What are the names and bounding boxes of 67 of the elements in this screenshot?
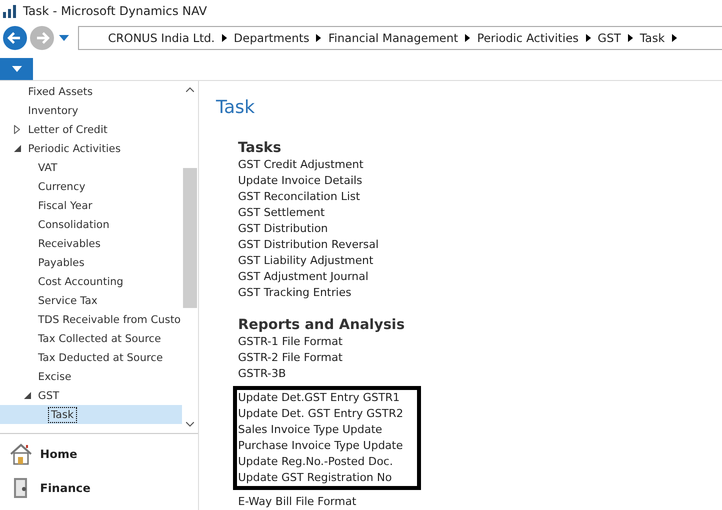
breadcrumb-item[interactable]: Financial Management <box>328 31 458 45</box>
house-icon <box>10 443 32 465</box>
tree-item-selected[interactable]: Task <box>0 405 182 424</box>
app-icon <box>2 3 18 19</box>
menu-button[interactable] <box>0 58 33 80</box>
action-link[interactable]: GST Settlement <box>238 205 325 221</box>
tree-item[interactable]: Payables <box>0 253 182 272</box>
chevron-icon <box>465 34 470 42</box>
action-link[interactable]: Update Reg.No.-Posted Doc. <box>238 454 393 470</box>
section-heading: Tasks <box>238 140 282 156</box>
tree-item[interactable]: Receivables <box>0 234 182 253</box>
action-link[interactable]: Sales Invoice Type Update <box>238 422 382 438</box>
history-dropdown-icon[interactable] <box>59 35 69 41</box>
expanded-icon[interactable] <box>24 392 31 399</box>
action-link[interactable]: GST Reconcilation List <box>238 189 360 205</box>
tree-item[interactable]: TDS Receivable from Custo <box>0 310 182 329</box>
chevron-icon <box>672 34 677 42</box>
expanded-icon[interactable] <box>14 145 21 152</box>
window-title: Task - Microsoft Dynamics NAV <box>23 4 207 18</box>
action-link[interactable]: GST Distribution Reversal <box>238 237 379 253</box>
scroll-up-icon[interactable] <box>186 87 194 92</box>
action-link[interactable]: Purchase Invoice Type Update <box>238 438 403 454</box>
action-link[interactable]: Update Det.GST Entry GSTR1 <box>238 390 400 406</box>
tree-item[interactable]: Consolidation <box>0 215 182 234</box>
action-link[interactable]: Update GST Registration No <box>238 470 392 486</box>
section-heading: Reports and Analysis <box>238 317 406 333</box>
tree-item[interactable]: VAT <box>0 158 182 177</box>
caret-icon <box>12 66 22 72</box>
breadcrumb-item[interactable]: CRONUS India Ltd. <box>108 31 215 45</box>
action-link[interactable]: GSTR-3B <box>238 366 286 382</box>
breadcrumb-item[interactable]: Departments <box>234 31 310 45</box>
tree-item[interactable]: Cost Accounting <box>0 272 182 291</box>
action-link[interactable]: E-Way Bill File Format <box>238 494 356 510</box>
tree-item[interactable]: Tax Collected at Source <box>0 329 182 348</box>
action-link[interactable]: GST Distribution <box>238 221 328 237</box>
tree-item[interactable]: Letter of Credit <box>0 120 182 139</box>
navigation-button[interactable]: Home <box>10 442 78 466</box>
action-link[interactable]: GSTR-2 File Format <box>238 350 343 366</box>
tree-item[interactable]: Excise <box>0 367 182 386</box>
tree-item[interactable]: Fiscal Year <box>0 196 182 215</box>
breadcrumb-item[interactable]: Periodic Activities <box>477 31 579 45</box>
breadcrumb-item[interactable]: GST <box>598 31 621 45</box>
action-link[interactable]: GST Tracking Entries <box>238 285 352 301</box>
breadcrumb-item[interactable]: Task <box>640 31 665 45</box>
back-button[interactable] <box>3 26 27 50</box>
chevron-icon <box>316 34 322 42</box>
action-link[interactable]: GST Liability Adjustment <box>238 253 374 269</box>
tree-item[interactable]: GST <box>0 386 182 405</box>
chevron-icon <box>586 34 591 42</box>
tree-item[interactable]: Tax Deducted at Source <box>0 348 182 367</box>
tree-item[interactable]: Inventory <box>0 101 182 120</box>
page-title: Task <box>216 97 256 118</box>
tree-item[interactable]: Periodic Activities <box>0 139 182 158</box>
tree-item[interactable]: Currency <box>0 177 182 196</box>
tree-item[interactable]: Fixed Assets <box>0 82 182 101</box>
action-link[interactable]: GST Credit Adjustment <box>238 157 364 173</box>
scroll-down-icon[interactable] <box>186 422 194 427</box>
tree-item[interactable]: Service Tax <box>0 291 182 310</box>
action-link[interactable]: Update Det. GST Entry GSTR2 <box>238 406 404 422</box>
action-link[interactable]: GSTR-1 File Format <box>238 334 343 350</box>
collapsed-icon[interactable] <box>14 125 20 134</box>
action-link[interactable]: Update Invoice Details <box>238 173 362 189</box>
navigation-button[interactable]: Finance <box>10 476 91 500</box>
action-link[interactable]: GST Adjustment Journal <box>238 269 368 285</box>
address-bar[interactable]: CRONUS India Ltd. Departments Financial Management Periodic Activities GST Task <box>78 26 722 50</box>
chevron-icon <box>222 34 227 42</box>
chevron-icon <box>628 34 633 42</box>
